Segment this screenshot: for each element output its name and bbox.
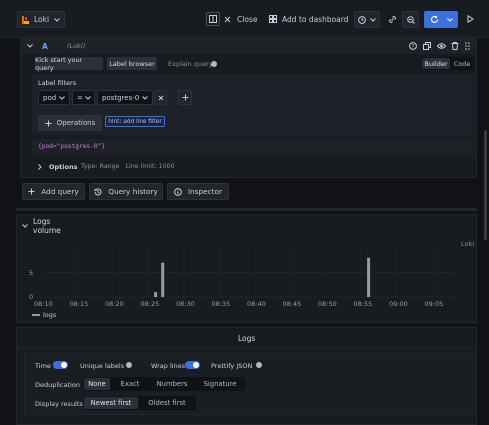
x-tick-label: 08:15 xyxy=(69,300,89,308)
volume-bar[interactable] xyxy=(161,262,165,297)
dedup-option-exact[interactable]: Exact xyxy=(113,378,147,390)
x-tick-label: 08:40 xyxy=(247,300,266,308)
time-toggle[interactable] xyxy=(53,361,68,369)
logs-volume-chart xyxy=(41,244,455,298)
logs-title: Logs xyxy=(238,334,256,343)
display-option-label: Newest first xyxy=(90,399,132,407)
prettify-json-label: Prettify JSON xyxy=(211,362,253,370)
x-tick-label: 08:50 xyxy=(318,300,337,308)
prettify-json-toggle[interactable] xyxy=(255,361,270,369)
logs-divider xyxy=(17,348,476,349)
legend-swatch xyxy=(32,314,40,316)
x-tick-label: 08:45 xyxy=(282,300,302,308)
display-option-label: Oldest first xyxy=(148,399,186,407)
display-newest-first[interactable]: Newest first xyxy=(84,397,138,409)
x-tick-label: 08:10 xyxy=(34,300,53,308)
x-tick-label: 08:25 xyxy=(140,300,160,308)
x-tick-label: 09:05 xyxy=(424,300,444,308)
dedup-option-label: Exact xyxy=(120,380,140,388)
x-tick-label: 08:20 xyxy=(105,300,124,308)
time-label: Time xyxy=(35,362,51,370)
display-results-label: Display results xyxy=(35,400,83,408)
y-tick-label: 0 xyxy=(29,293,34,301)
display-oldest-first[interactable]: Oldest first xyxy=(141,397,193,409)
wrap-lines-toggle[interactable] xyxy=(185,361,200,369)
x-tick-label: 08:35 xyxy=(211,300,231,308)
unique-labels-label: Unique labels xyxy=(80,362,125,370)
x-tick-label: 08:55 xyxy=(353,300,373,308)
wrap-lines-label: Wrap lines xyxy=(151,362,186,370)
x-tick-label: 09:00 xyxy=(389,300,408,308)
volume-bar[interactable] xyxy=(154,292,158,297)
dedup-option-none[interactable]: None xyxy=(84,378,110,390)
y-tick-label: 5 xyxy=(29,268,34,277)
dedup-option-label: Signature xyxy=(203,380,237,388)
dedup-option-label: None xyxy=(88,380,106,388)
dedup-option-label: Numbers xyxy=(156,380,188,388)
volume-bar[interactable] xyxy=(367,257,371,297)
dedup-option-numbers[interactable]: Numbers xyxy=(152,378,192,390)
x-tick-label: 08:30 xyxy=(176,300,195,308)
legend-label: logs xyxy=(43,311,57,319)
dedup-option-signature[interactable]: Signature xyxy=(197,378,243,390)
unique-labels-toggle[interactable] xyxy=(125,361,140,369)
deduplication-label: Deduplication xyxy=(35,381,80,389)
